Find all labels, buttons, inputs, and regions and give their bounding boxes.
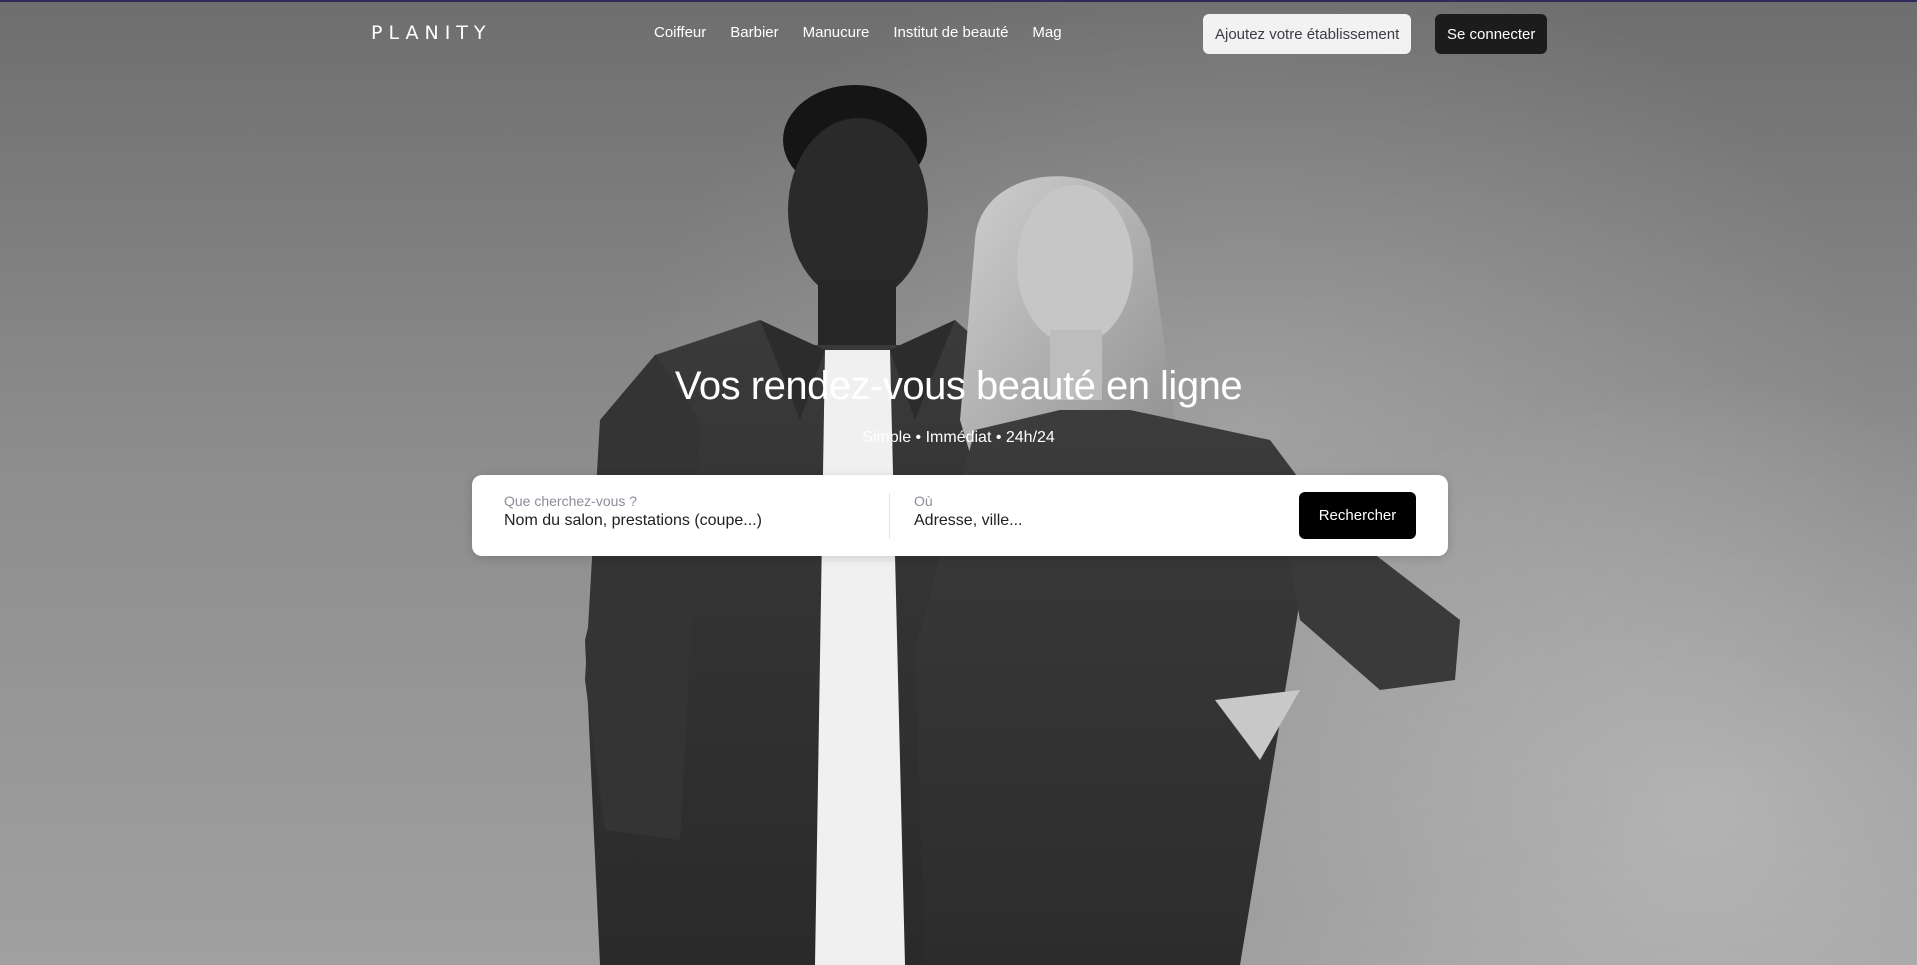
nav-link-mag[interactable]: Mag — [1032, 24, 1061, 41]
search-bar: Que cherchez-vous ? Où Rechercher — [472, 475, 1448, 556]
where-field[interactable]: Où — [914, 493, 1284, 530]
what-field[interactable]: Que cherchez-vous ? — [504, 493, 874, 530]
what-field-label: Que cherchez-vous ? — [504, 493, 638, 509]
main-nav: Coiffeur Barbier Manucure Institut de be… — [654, 24, 1062, 41]
nav-link-manucure[interactable]: Manucure — [803, 24, 870, 41]
what-input[interactable] — [504, 512, 864, 530]
hero-subtitle: Simple • Immédiat • 24h/24 — [862, 429, 1055, 446]
planity-logo[interactable]: PLANITY — [371, 22, 492, 44]
search-button[interactable]: Rechercher — [1299, 492, 1416, 539]
nav-link-coiffeur[interactable]: Coiffeur — [654, 24, 706, 41]
nav-link-barbier[interactable]: Barbier — [730, 24, 778, 41]
add-business-button[interactable]: Ajoutez votre établissement — [1203, 14, 1412, 54]
hero-title: Vos rendez-vous beauté en ligne — [674, 364, 1243, 408]
search-divider — [889, 493, 890, 539]
where-field-label: Où — [914, 493, 933, 509]
model-woman — [915, 176, 1460, 965]
login-button[interactable]: Se connecter — [1435, 14, 1548, 54]
nav-link-institut-de-beaute[interactable]: Institut de beauté — [893, 24, 1008, 41]
site-header: PLANITY Coiffeur Barbier Manucure Instit… — [0, 0, 1917, 70]
where-input[interactable] — [914, 512, 1274, 530]
